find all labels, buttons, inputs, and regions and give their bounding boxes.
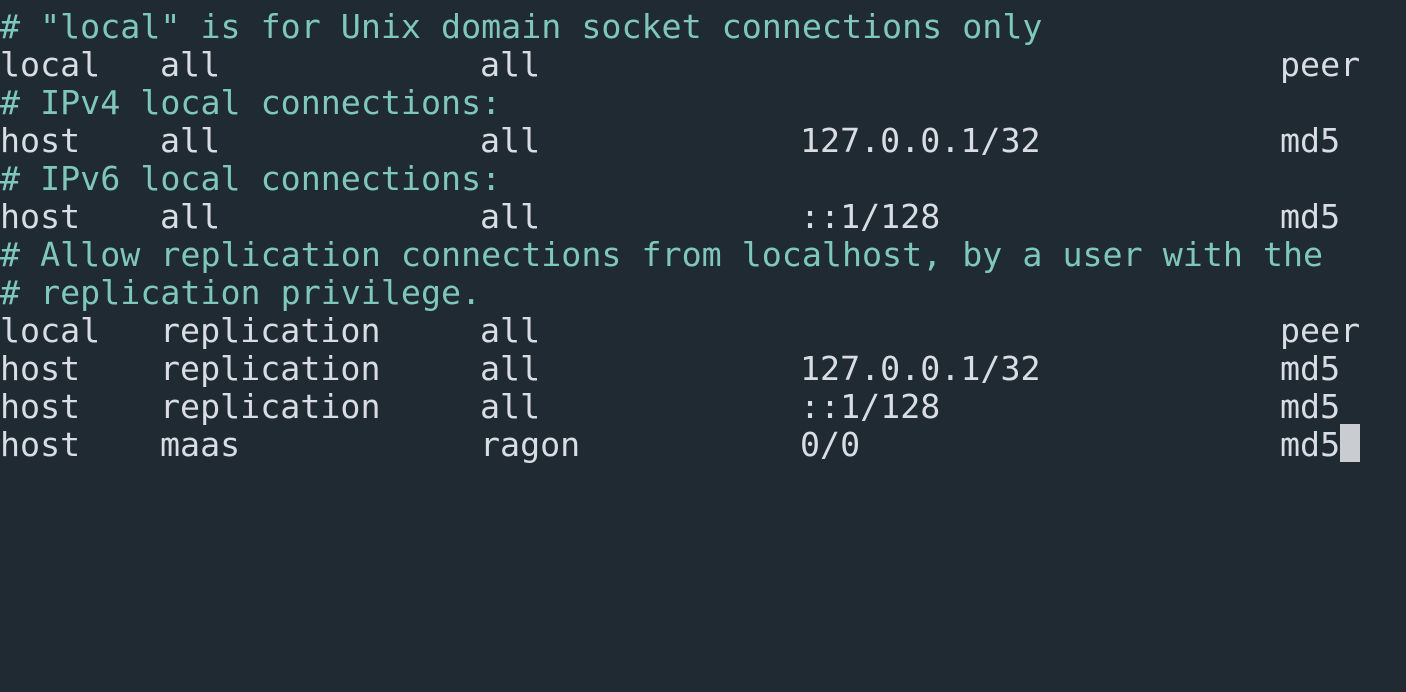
comment-line: # IPv6 local connections: [0, 159, 502, 198]
comment-line: # Allow replication connections from loc… [0, 235, 1324, 274]
connection-type: host [0, 387, 81, 426]
terminal-window[interactable]: # "local" is for Unix domain socket conn… [0, 0, 1406, 468]
comment-line: # "local" is for Unix domain socket conn… [0, 7, 1043, 46]
user-field: ragon [480, 425, 581, 464]
user-field: all [480, 45, 541, 84]
comment-line: # replication privilege. [0, 273, 482, 312]
database-field: replication [160, 387, 381, 426]
text-cursor [1340, 424, 1361, 462]
user-field: all [480, 197, 541, 236]
address-field: ::1/128 [800, 197, 941, 236]
method-value: md5 [1280, 425, 1341, 464]
user-field: all [480, 121, 541, 160]
method-field: md5 [1280, 349, 1341, 388]
method-field: peer [1280, 45, 1361, 84]
database-field: all [160, 197, 221, 236]
hba-entry-line: local replication all peer [0, 312, 1406, 350]
hba-entry-line: host all all ::1/128 md5 [0, 198, 1406, 236]
method-field: md5 [1280, 424, 1361, 464]
hba-entry-line: host replication all ::1/128 md5 [0, 388, 1406, 426]
database-field: replication [160, 311, 381, 350]
hba-entry-line: local all all peer [0, 46, 1406, 84]
user-field: all [480, 311, 541, 350]
address-field: 0/0 [800, 425, 861, 464]
address-field: 127.0.0.1/32 [800, 121, 1041, 160]
hba-entry-line: host maas ragon 0/0 md5 [0, 424, 1406, 464]
connection-type: local [0, 45, 101, 84]
connection-type: host [0, 349, 81, 388]
database-field: replication [160, 349, 381, 388]
connection-type: host [0, 121, 81, 160]
database-field: all [160, 45, 221, 84]
database-field: all [160, 121, 221, 160]
method-field: md5 [1280, 197, 1341, 236]
database-field: maas [160, 425, 241, 464]
user-field: all [480, 349, 541, 388]
address-field: ::1/128 [800, 387, 941, 426]
address-field: 127.0.0.1/32 [800, 349, 1041, 388]
user-field: all [480, 387, 541, 426]
connection-type: local [0, 311, 101, 350]
hba-entry-line: host replication all 127.0.0.1/32 md5 [0, 350, 1406, 388]
hba-entry-line: host all all 127.0.0.1/32 md5 [0, 122, 1406, 160]
connection-type: host [0, 197, 81, 236]
comment-line: # IPv4 local connections: [0, 83, 502, 122]
method-field: md5 [1280, 387, 1341, 426]
method-field: md5 [1280, 121, 1341, 160]
method-field: peer [1280, 311, 1361, 350]
connection-type: host [0, 425, 81, 464]
